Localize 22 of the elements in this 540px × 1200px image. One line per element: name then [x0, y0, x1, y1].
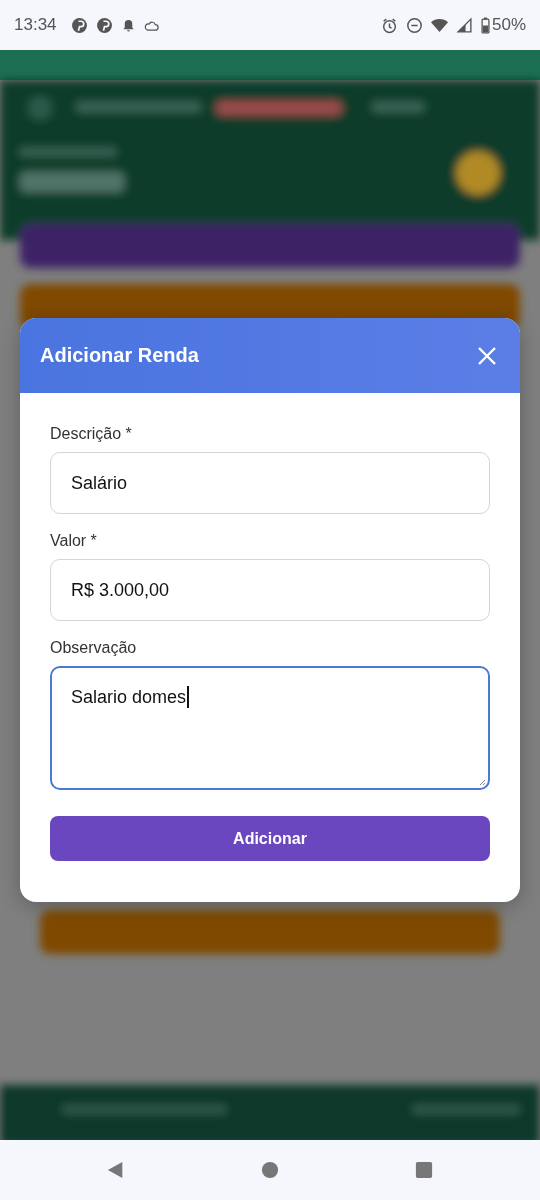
add-button[interactable]: Adicionar [50, 816, 490, 861]
resize-grip-icon[interactable] [478, 778, 486, 786]
home-icon[interactable] [261, 1161, 279, 1179]
recents-icon[interactable] [415, 1161, 433, 1179]
field-label: Descrição * [50, 425, 133, 443]
do-not-disturb-icon [405, 16, 423, 34]
wifi-icon [430, 16, 448, 34]
note-field[interactable]: Salario domes [50, 666, 490, 790]
alarm-icon [380, 16, 398, 34]
input-field[interactable]: R$ 3.000,00 [50, 559, 490, 621]
pin-app-icon [95, 16, 113, 34]
clock-time: 13:34 [14, 15, 57, 35]
signal-icon [455, 16, 473, 34]
dialog-title: Adicionar Renda [40, 344, 199, 367]
field-label: Observação [50, 639, 138, 657]
close-icon [477, 345, 497, 366]
back-icon[interactable] [107, 1161, 125, 1179]
pin-app-icon [70, 16, 88, 34]
field-label: Valor * [50, 532, 98, 550]
battery-percent: 50% [491, 15, 526, 35]
input-field[interactable]: Salário [50, 452, 490, 514]
battery-icon [480, 16, 490, 34]
